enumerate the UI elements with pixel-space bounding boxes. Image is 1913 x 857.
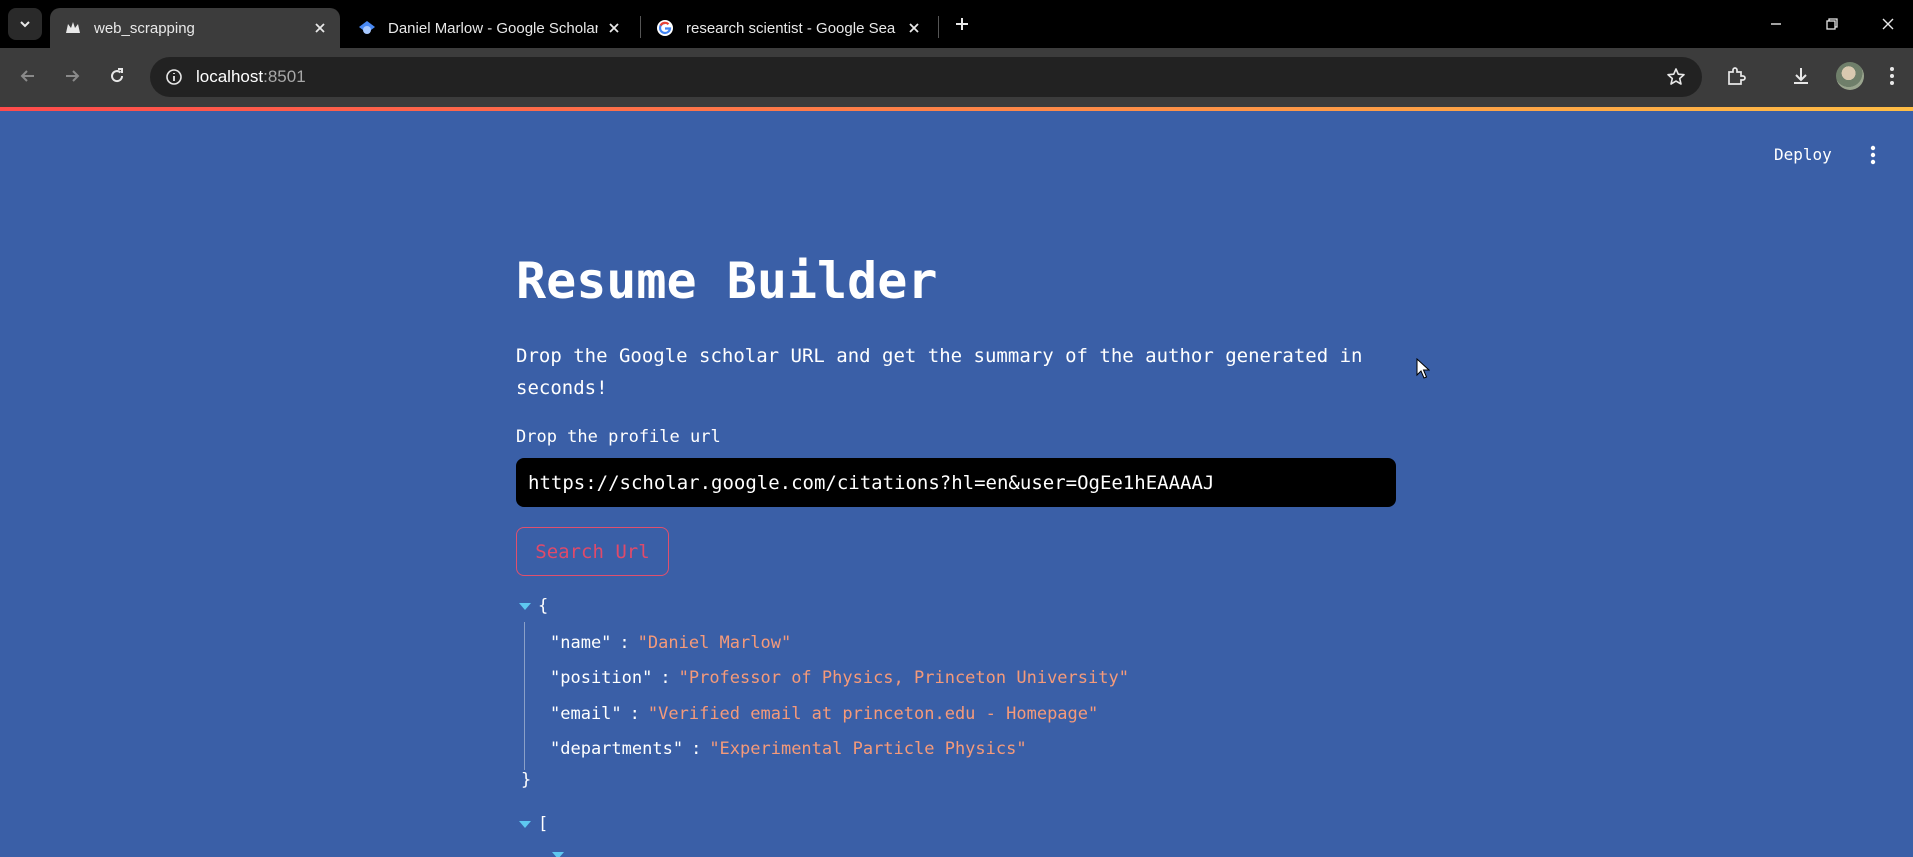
- collapse-caret-icon[interactable]: [519, 603, 531, 610]
- json-field-departments: "departments": "Experimental Particle Phy…: [550, 739, 1027, 759]
- tab-title: research scientist - Google Search: [686, 19, 896, 37]
- reload-icon: [111, 68, 124, 83]
- json-indent-guide: [524, 622, 525, 770]
- page-title: Resume Builder: [516, 252, 938, 310]
- close-icon: [1882, 18, 1894, 30]
- google-g-icon: [656, 19, 674, 37]
- json-field-name: "name": "Daniel Marlow": [550, 633, 792, 653]
- back-button[interactable]: [12, 60, 44, 92]
- profile-avatar[interactable]: [1836, 62, 1864, 90]
- arrow-left-icon: [20, 70, 34, 82]
- tab-close-icon[interactable]: [310, 18, 330, 38]
- tab-close-icon[interactable]: [904, 18, 924, 38]
- close-window-button[interactable]: [1866, 8, 1910, 40]
- json-key: "name": [550, 633, 612, 653]
- json-field-email: "email": "Verified email at princeton.edu…: [550, 704, 1099, 724]
- json-value: "Experimental Particle Physics": [709, 739, 1027, 759]
- json-value: "Daniel Marlow": [637, 633, 792, 653]
- download-icon[interactable]: [1787, 62, 1815, 90]
- restore-button[interactable]: [1810, 8, 1854, 40]
- deploy-button[interactable]: Deploy: [1762, 139, 1844, 169]
- site-info-icon[interactable]: [162, 65, 186, 89]
- address-bar[interactable]: localhost:8501: [150, 57, 1702, 97]
- arrow-right-icon: [66, 70, 80, 82]
- json-key: "email": [550, 704, 622, 724]
- extensions-icon[interactable]: [1722, 62, 1750, 90]
- address-host: localhost: [196, 67, 264, 86]
- json-key: "departments": [550, 739, 684, 759]
- address-port: :8501: [263, 67, 306, 86]
- tab-search-button[interactable]: [8, 8, 42, 40]
- minimize-button[interactable]: [1754, 8, 1798, 40]
- minimize-icon: [1771, 23, 1781, 25]
- json-open-brace: {: [538, 596, 549, 616]
- tab-web-scrapping[interactable]: web_scrapping: [50, 8, 340, 48]
- json-field-position: "position": "Professor of Physics, Prince…: [550, 668, 1129, 688]
- tab-google-search[interactable]: research scientist - Google Search: [642, 8, 934, 48]
- address-url: localhost:8501: [196, 67, 306, 87]
- chevron-down-icon: [20, 21, 30, 28]
- collapse-caret-icon[interactable]: [552, 852, 564, 857]
- json-open-bracket: [: [538, 814, 549, 834]
- browser-menu-icon[interactable]: [1878, 62, 1906, 90]
- bookmark-star-icon[interactable]: [1664, 65, 1688, 89]
- reload-button[interactable]: [101, 60, 133, 92]
- search-url-button[interactable]: Search Url: [516, 527, 669, 576]
- json-close-brace: }: [521, 770, 532, 790]
- browser-toolbar: localhost:8501: [0, 48, 1913, 107]
- profile-url-label: Drop the profile url: [516, 427, 721, 447]
- collapse-caret-icon[interactable]: [519, 821, 531, 828]
- json-value: "Professor of Physics, Princeton Univers…: [678, 668, 1129, 688]
- app-menu-icon[interactable]: [1858, 140, 1888, 170]
- json-key: "position": [550, 668, 653, 688]
- profile-url-input[interactable]: [516, 458, 1396, 507]
- page-subtitle: Drop the Google scholar URL and get the …: [516, 345, 1363, 399]
- streamlit-crown-icon: [64, 19, 82, 37]
- browser-tabstrip: web_scrapping Daniel Marlow - Google Sch…: [0, 0, 1913, 48]
- tab-google-scholar[interactable]: Daniel Marlow - Google Scholar: [344, 8, 634, 48]
- new-tab-button[interactable]: [948, 10, 976, 38]
- tab-close-icon[interactable]: [604, 18, 624, 38]
- tab-title: web_scrapping: [94, 19, 195, 37]
- mouse-pointer-icon: [1416, 358, 1430, 379]
- forward-button[interactable]: [56, 60, 88, 92]
- tab-title: Daniel Marlow - Google Scholar: [388, 19, 598, 37]
- tab-separator: [938, 16, 939, 38]
- google-scholar-icon: [358, 19, 376, 37]
- plus-icon: [956, 18, 968, 30]
- header-decoration-bar: [0, 107, 1913, 111]
- tab-separator: [640, 16, 641, 38]
- restore-icon: [1826, 18, 1838, 30]
- json-value: "Verified email at princeton.edu - Homep…: [647, 704, 1099, 724]
